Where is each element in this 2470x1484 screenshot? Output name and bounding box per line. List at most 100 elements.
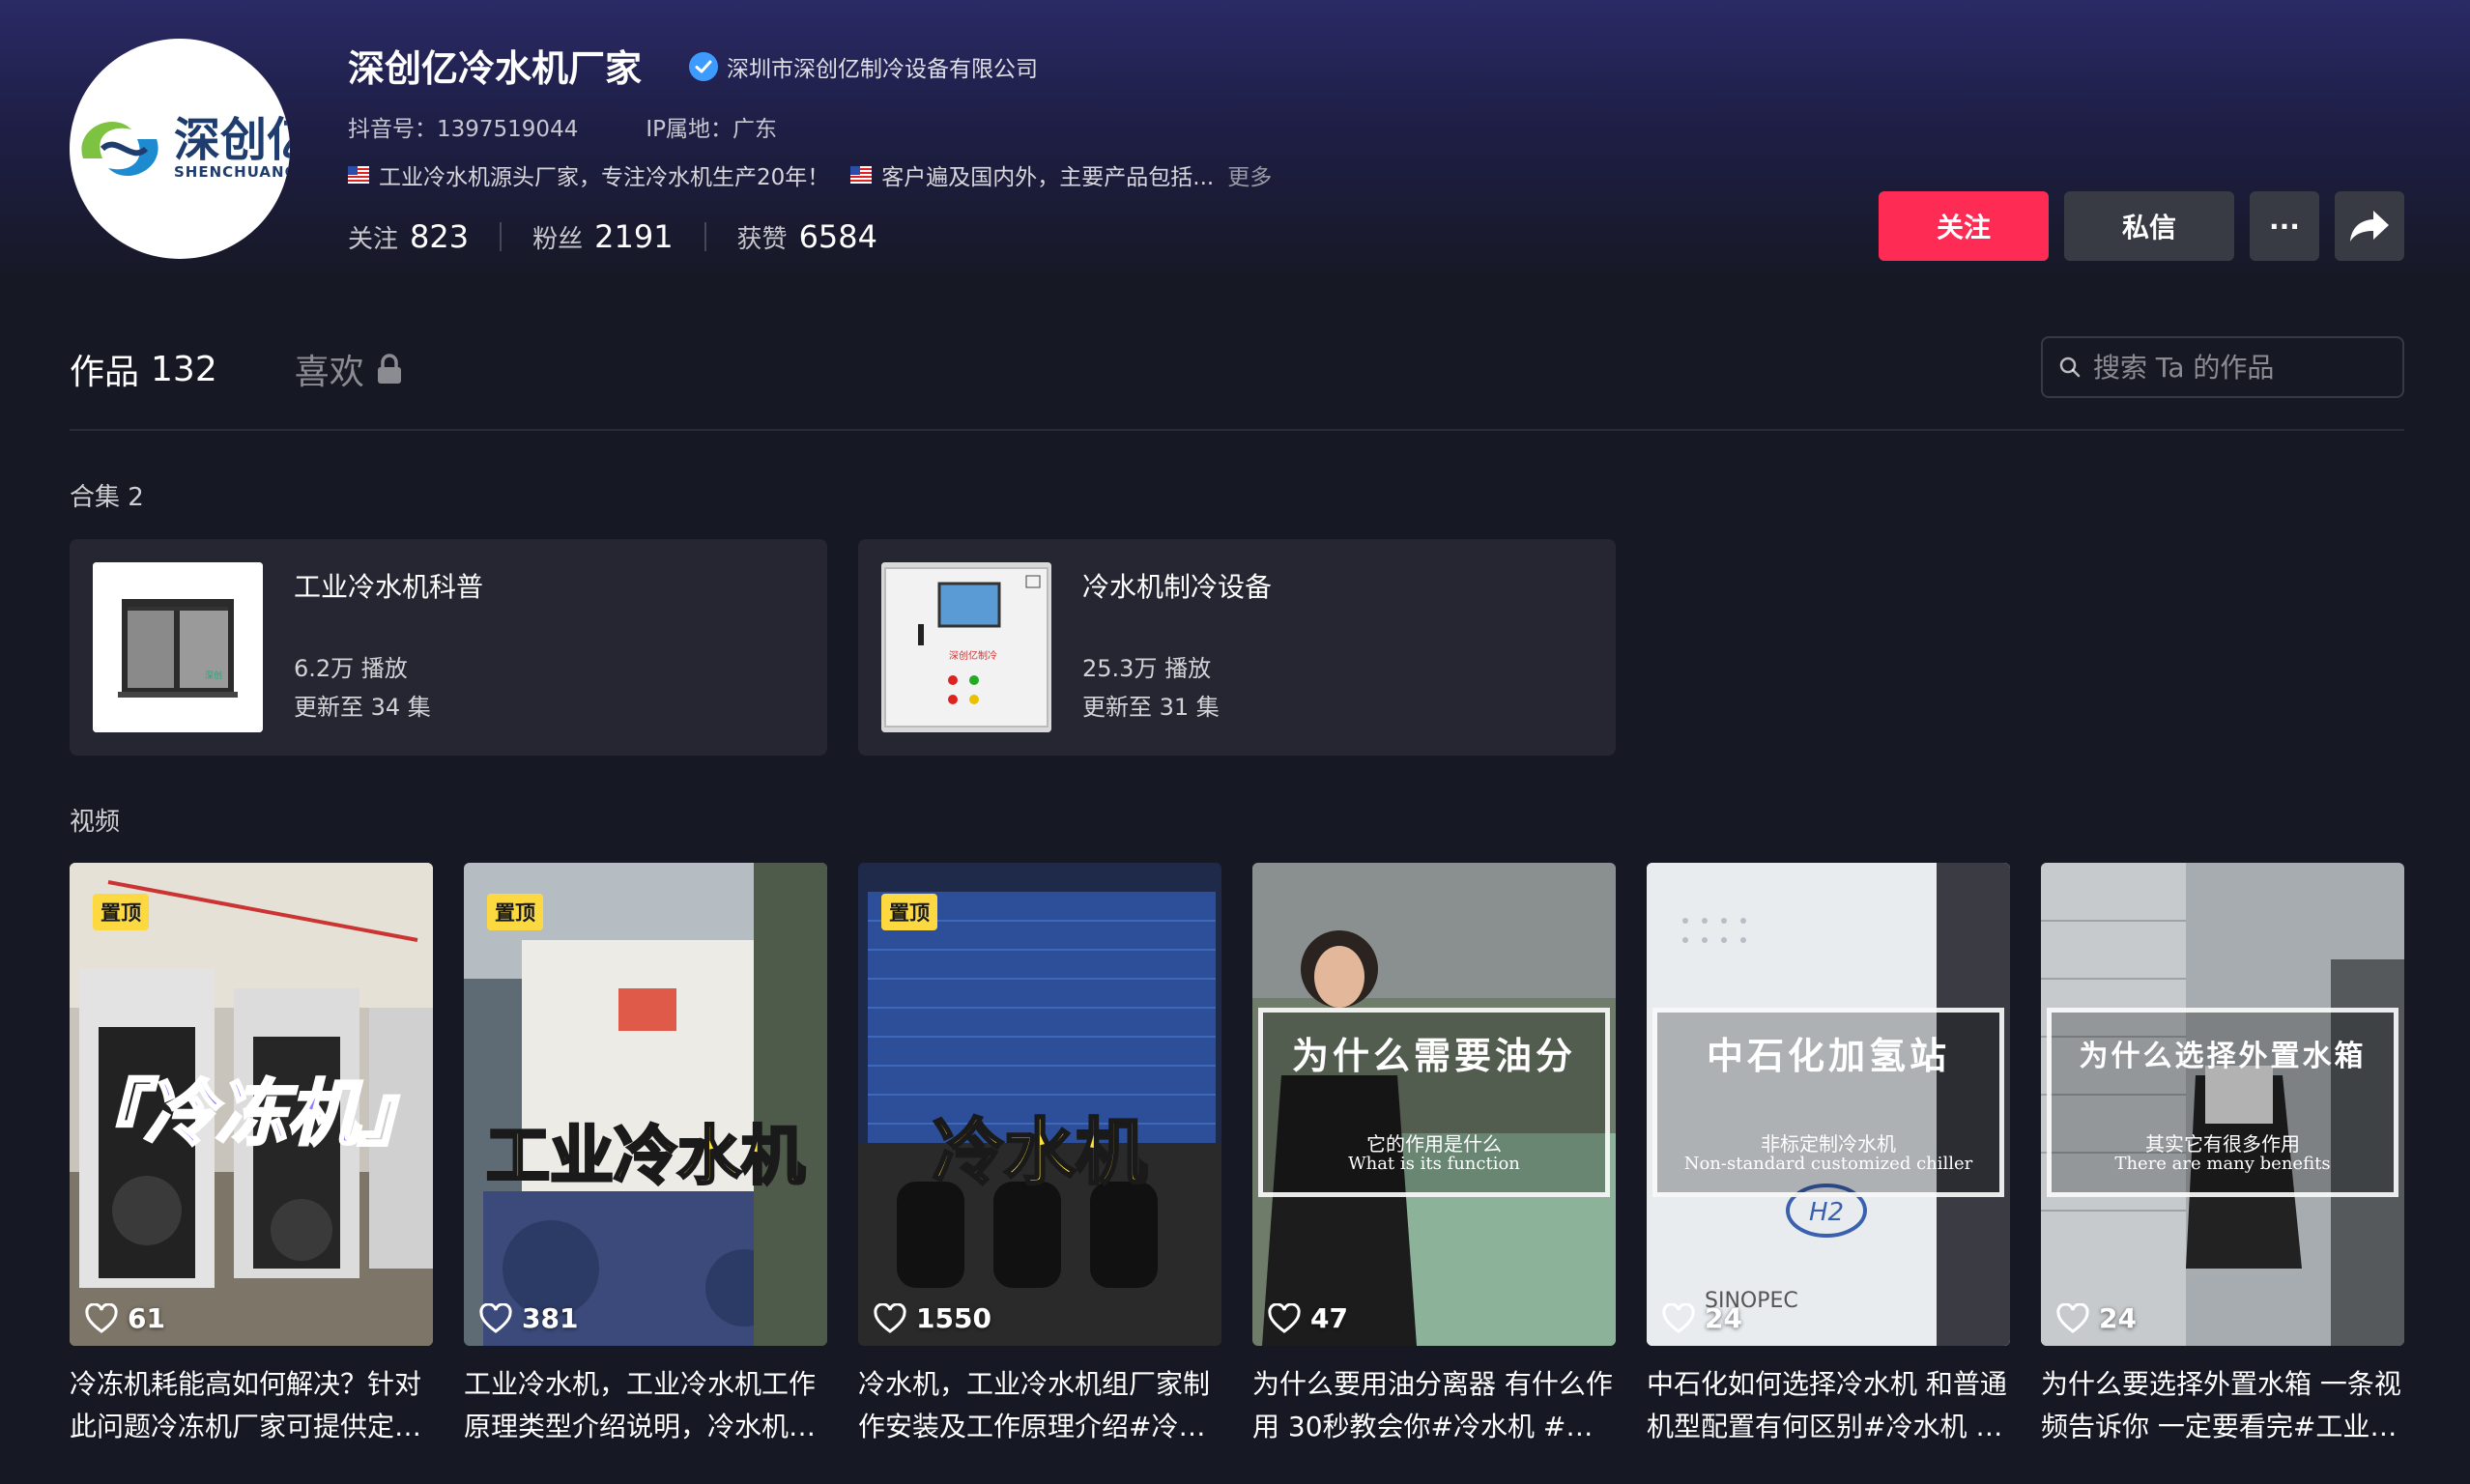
heart-icon (1662, 1302, 1695, 1333)
heart-icon (1268, 1302, 1301, 1333)
collection-title: 工业冷水机科普 (294, 571, 484, 603)
heart-icon (874, 1302, 906, 1333)
account-meta: 抖音号：1397519044 IP属地：广东 (348, 110, 777, 143)
logo-text-cn: 深创亿 (173, 113, 290, 167)
video-card[interactable]: 为什么选择外置水箱 其实它有很多作用 There are many benefi… (2041, 863, 2404, 1448)
verified-badge-icon (689, 52, 718, 81)
like-count: 61 (128, 1302, 165, 1334)
video-thumbnail[interactable]: 『冷冻机』 置顶 61 (70, 863, 433, 1346)
video-overlay-text: 工业冷水机 (485, 1118, 807, 1195)
tab-works[interactable]: 作品 132 (70, 344, 217, 394)
verified-company: 深圳市深创亿制冷设备有限公司 (688, 50, 1038, 83)
stat-likes: 获赞 6584 (737, 218, 877, 255)
video-thumbnail[interactable]: 工业冷水机 置顶 381 (464, 863, 827, 1346)
video-overlay-subtitle: 其实它有很多作用 (2145, 1132, 2300, 1156)
collection-episodes: 更新至 34 集 (294, 694, 431, 721)
video-overlay-subtitle-en: There are many benefits (2114, 1154, 2331, 1174)
collection-card[interactable]: 深创亿制冷 冷水机制冷设备 25.3万 播放 更新至 31 集 (858, 539, 1616, 756)
video-likes: 24 (2056, 1302, 2137, 1334)
stat-value: 823 (410, 218, 470, 255)
stat-following[interactable]: 关注 823 (348, 218, 469, 255)
video-overlay-subtitle-en: Non-standard customized chiller (1683, 1154, 1973, 1174)
video-thumbnail[interactable]: 冷水机 置顶 1550 (858, 863, 1221, 1346)
video-card[interactable]: 『冷冻机』 置顶 61 冷冻机耗能高如何解决？针对此问题冷冻机厂家可提供定制方案 (70, 863, 433, 1448)
collection-thumbnail: 深创 (93, 562, 263, 732)
video-card[interactable]: 冷水机 置顶 1550 冷水机，工业冷水机组厂家制作安装及工作原理介绍#冷水机 (858, 863, 1221, 1448)
video-likes: 24 (1662, 1302, 1742, 1334)
pinned-badge: 置顶 (487, 894, 543, 930)
video-description[interactable]: 工业冷水机，工业冷水机工作原理类型介绍说明，冷水机厂家 (464, 1363, 827, 1448)
heart-icon (85, 1302, 118, 1333)
video-overlay-subtitle: 非标定制冷水机 (1761, 1132, 1896, 1156)
follow-button[interactable]: 关注 (1879, 191, 2049, 261)
collections-heading: 合集 2 (70, 483, 144, 512)
collection-plays: 25.3万 播放 (1082, 655, 1212, 682)
company-logo: 深创亿 SHENCHUANGYI (73, 110, 290, 187)
collection-thumbnail: 深创亿制冷 (881, 562, 1051, 732)
video-thumbnail[interactable]: 为什么需要油分 它的作用是什么 What is its function 47 (1252, 863, 1616, 1346)
video-overlay-title: 为什么需要油分 (1291, 1034, 1576, 1077)
account-stats: 关注 823 粉丝 2191 获赞 6584 (348, 218, 877, 255)
video-likes: 47 (1268, 1302, 1348, 1334)
stat-followers[interactable]: 粉丝 2191 (532, 218, 673, 255)
verified-company-name: 深圳市深创亿制冷设备有限公司 (727, 57, 1038, 82)
tab-likes-label: 喜欢 (294, 353, 364, 392)
video-overlay-box: 为什么需要油分 它的作用是什么 What is its function (1258, 1008, 1610, 1197)
video-overlay-text: 『冷冻机』 (72, 1071, 432, 1157)
douyin-id: 抖音号：1397519044 (348, 117, 579, 142)
video-overlay-text: 冷水机 (932, 1110, 1149, 1196)
svg-text:H2: H2 (1809, 1198, 1844, 1227)
chiller-unit-image: 深创 (93, 562, 263, 732)
video-card[interactable]: 工业冷水机 置顶 381 工业冷水机，工业冷水机工作原理类型介绍说明，冷水机厂家 (464, 863, 827, 1448)
video-overlay-title: 中石化加氢站 (1706, 1034, 1950, 1077)
video-description[interactable]: 为什么要用油分离器 有什么作用 30秒教会你#冷水机 #冷冻机 (1252, 1363, 1616, 1448)
video-thumbnail[interactable]: 为什么选择外置水箱 其实它有很多作用 There are many benefi… (2041, 863, 2404, 1346)
video-description[interactable]: 为什么要选择外置水箱 一条视频告诉你 一定要看完#工业冷水机 (2041, 1363, 2404, 1448)
stat-label: 关注 (348, 225, 399, 254)
video-overlay-subtitle: 它的作用是什么 (1366, 1132, 1502, 1156)
video-thumbnail[interactable]: H2 SINOPEC 中石化加氢站 非标定制冷水机 Non-standard c… (1647, 863, 2010, 1346)
avatar[interactable]: 深创亿 SHENCHUANGYI (70, 39, 290, 259)
stat-divider (704, 222, 706, 251)
stat-label: 获赞 (736, 225, 788, 254)
flag-icon (850, 166, 873, 184)
like-count: 24 (2099, 1302, 2137, 1334)
pinned-badge: 置顶 (881, 894, 937, 930)
stat-divider (500, 222, 503, 251)
tab-works-label: 作品 (70, 353, 140, 392)
message-button[interactable]: 私信 (2064, 191, 2234, 261)
like-count: 1550 (916, 1302, 991, 1334)
collection-episodes: 更新至 31 集 (1082, 694, 1220, 721)
video-overlay-box: 为什么选择外置水箱 其实它有很多作用 There are many benefi… (2047, 1008, 2398, 1197)
video-card[interactable]: 为什么需要油分 它的作用是什么 What is its function 47 … (1252, 863, 1616, 1448)
tab-works-count: 132 (151, 349, 217, 389)
share-button[interactable] (2335, 191, 2404, 261)
flag-icon (348, 166, 369, 184)
video-likes: 61 (85, 1302, 165, 1334)
search-icon (2059, 357, 2081, 378)
search-box[interactable] (2041, 336, 2404, 398)
heart-icon (479, 1302, 512, 1333)
video-description[interactable]: 冷冻机耗能高如何解决？针对此问题冷冻机厂家可提供定制方案 (70, 1363, 433, 1448)
video-description[interactable]: 冷水机，工业冷水机组厂家制作安装及工作原理介绍#冷水机 (858, 1363, 1221, 1448)
bio-more-link[interactable]: 更多 (1227, 158, 1272, 191)
video-card[interactable]: H2 SINOPEC 中石化加氢站 非标定制冷水机 Non-standard c… (1647, 863, 2010, 1448)
collection-title: 冷水机制冷设备 (1082, 571, 1273, 603)
tab-likes[interactable]: 喜欢 (295, 344, 403, 394)
bio: 工业冷水机源头厂家，专注冷水机生产20年！ 客户遍及国内外，主要产品包括... … (348, 158, 1272, 191)
pinned-badge: 置顶 (93, 894, 149, 930)
share-arrow-icon (2350, 211, 2389, 242)
video-overlay-subtitle-en: What is its function (1348, 1154, 1520, 1174)
profile-tabs: 作品 132 喜欢 (70, 344, 403, 394)
tabs-divider (70, 429, 2404, 431)
heart-icon (2056, 1302, 2089, 1333)
more-options-button[interactable]: ··· (2250, 191, 2319, 261)
collection-card[interactable]: 深创 工业冷水机科普 6.2万 播放 更新至 34 集 (70, 539, 827, 756)
search-input[interactable] (2093, 351, 2383, 384)
video-description[interactable]: 中石化如何选择冷水机 和普通机型配置有何区别#冷水机 #冷冻机 (1647, 1363, 2010, 1448)
svg-text:深创亿制冷: 深创亿制冷 (949, 649, 997, 662)
lock-icon (377, 354, 401, 384)
like-count: 24 (1705, 1302, 1742, 1334)
video-likes: 381 (479, 1302, 578, 1334)
video-overlay-box: 中石化加氢站 非标定制冷水机 Non-standard customized c… (1652, 1008, 2004, 1197)
